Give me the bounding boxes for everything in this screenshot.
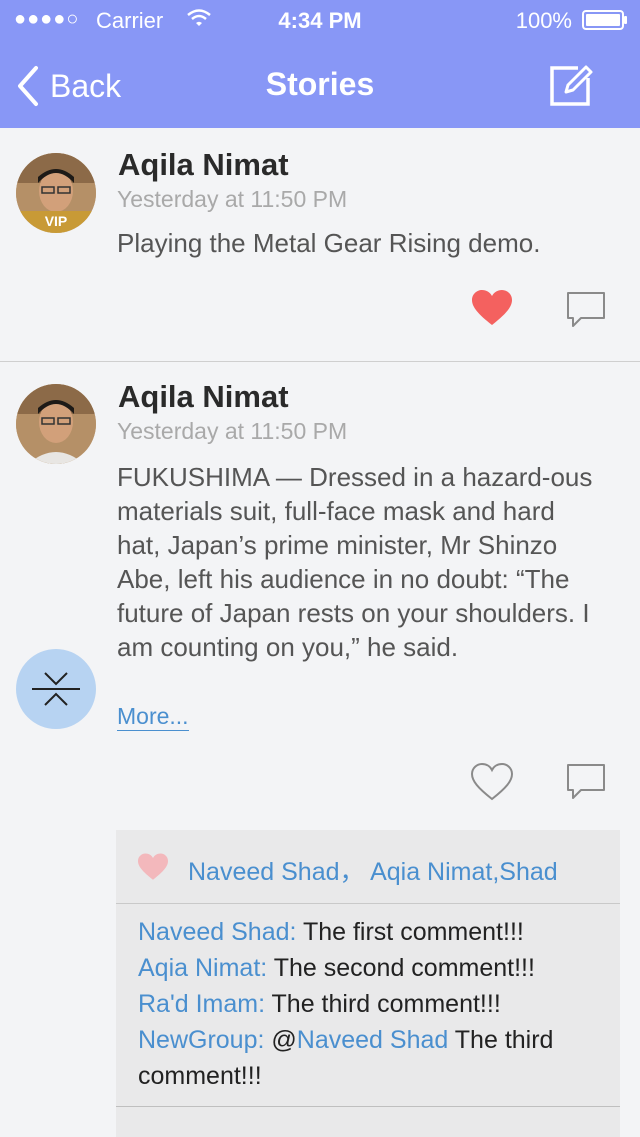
post-timestamp: Yesterday at 11:50 PM: [117, 186, 348, 212]
collapse-button[interactable]: [16, 649, 96, 729]
comment-text: The second comment!!!: [267, 954, 535, 982]
heart-icon[interactable]: [470, 762, 514, 802]
avatar[interactable]: [16, 384, 96, 464]
comment-bubble-icon[interactable]: [565, 762, 609, 802]
heart-icon: [138, 853, 168, 880]
post-author[interactable]: Aqila Nimat: [118, 379, 289, 415]
comment-item: Naveed Shad: The first comment!!!: [138, 914, 578, 950]
post-divider: [0, 361, 640, 362]
heart-icon[interactable]: [470, 288, 514, 328]
comment-author[interactable]: Naveed Shad:: [138, 918, 296, 946]
vip-badge: VIP: [16, 211, 96, 233]
post-text: Playing the Metal Gear Rising demo.: [117, 228, 541, 258]
comment-author[interactable]: Ra'd Imam:: [138, 990, 265, 1018]
collapse-icon: [32, 672, 80, 706]
battery-icon: [582, 10, 627, 30]
comment-list: Naveed Shad: The first comment!!! Aqia N…: [138, 914, 578, 1094]
compose-icon[interactable]: [548, 62, 594, 108]
page-title: Stories: [265, 66, 375, 102]
more-link[interactable]: More...: [117, 702, 189, 731]
comment-bubble-icon[interactable]: [565, 290, 609, 330]
comment-item: Aqia Nimat: The second comment!!!: [138, 950, 578, 986]
post-text: FUKUSHIMA — Dressed in a hazard-ous mate…: [117, 462, 593, 662]
post-timestamp: Yesterday at 11:50 PM: [117, 418, 348, 444]
comment-text: The third comment!!!: [265, 990, 501, 1018]
battery-percentage: 100%: [515, 8, 572, 33]
comment-text: The first comment!!!: [296, 918, 524, 946]
comments-panel: Naveed Shad， Aqia Nimat,Shad Naveed Shad…: [116, 830, 620, 1137]
comment-mention[interactable]: Naveed Shad: [297, 1026, 449, 1054]
comments-divider: [116, 903, 620, 904]
post-author[interactable]: Aqila Nimat: [118, 147, 289, 183]
likes-row: Naveed Shad， Aqia Nimat,Shad: [116, 830, 620, 902]
comment-author[interactable]: Aqia Nimat:: [138, 954, 267, 982]
navigation-header: ●●●●○ Carrier 4:34 PM 100% Back Stories: [0, 0, 640, 128]
comments-bottom-divider: [116, 1106, 620, 1107]
avatar[interactable]: VIP: [16, 153, 96, 233]
profile-photo: [16, 384, 96, 464]
comment-item: Ra'd Imam: The third comment!!!: [138, 986, 578, 1022]
comment-item: NewGroup: @Naveed Shad The third comment…: [138, 1022, 578, 1094]
likes-names[interactable]: Naveed Shad， Aqia Nimat,Shad: [188, 852, 558, 888]
status-bar: ●●●●○ Carrier 4:34 PM 100%: [0, 0, 640, 40]
mention-prefix: @: [264, 1026, 297, 1054]
comment-author[interactable]: NewGroup:: [138, 1026, 264, 1054]
